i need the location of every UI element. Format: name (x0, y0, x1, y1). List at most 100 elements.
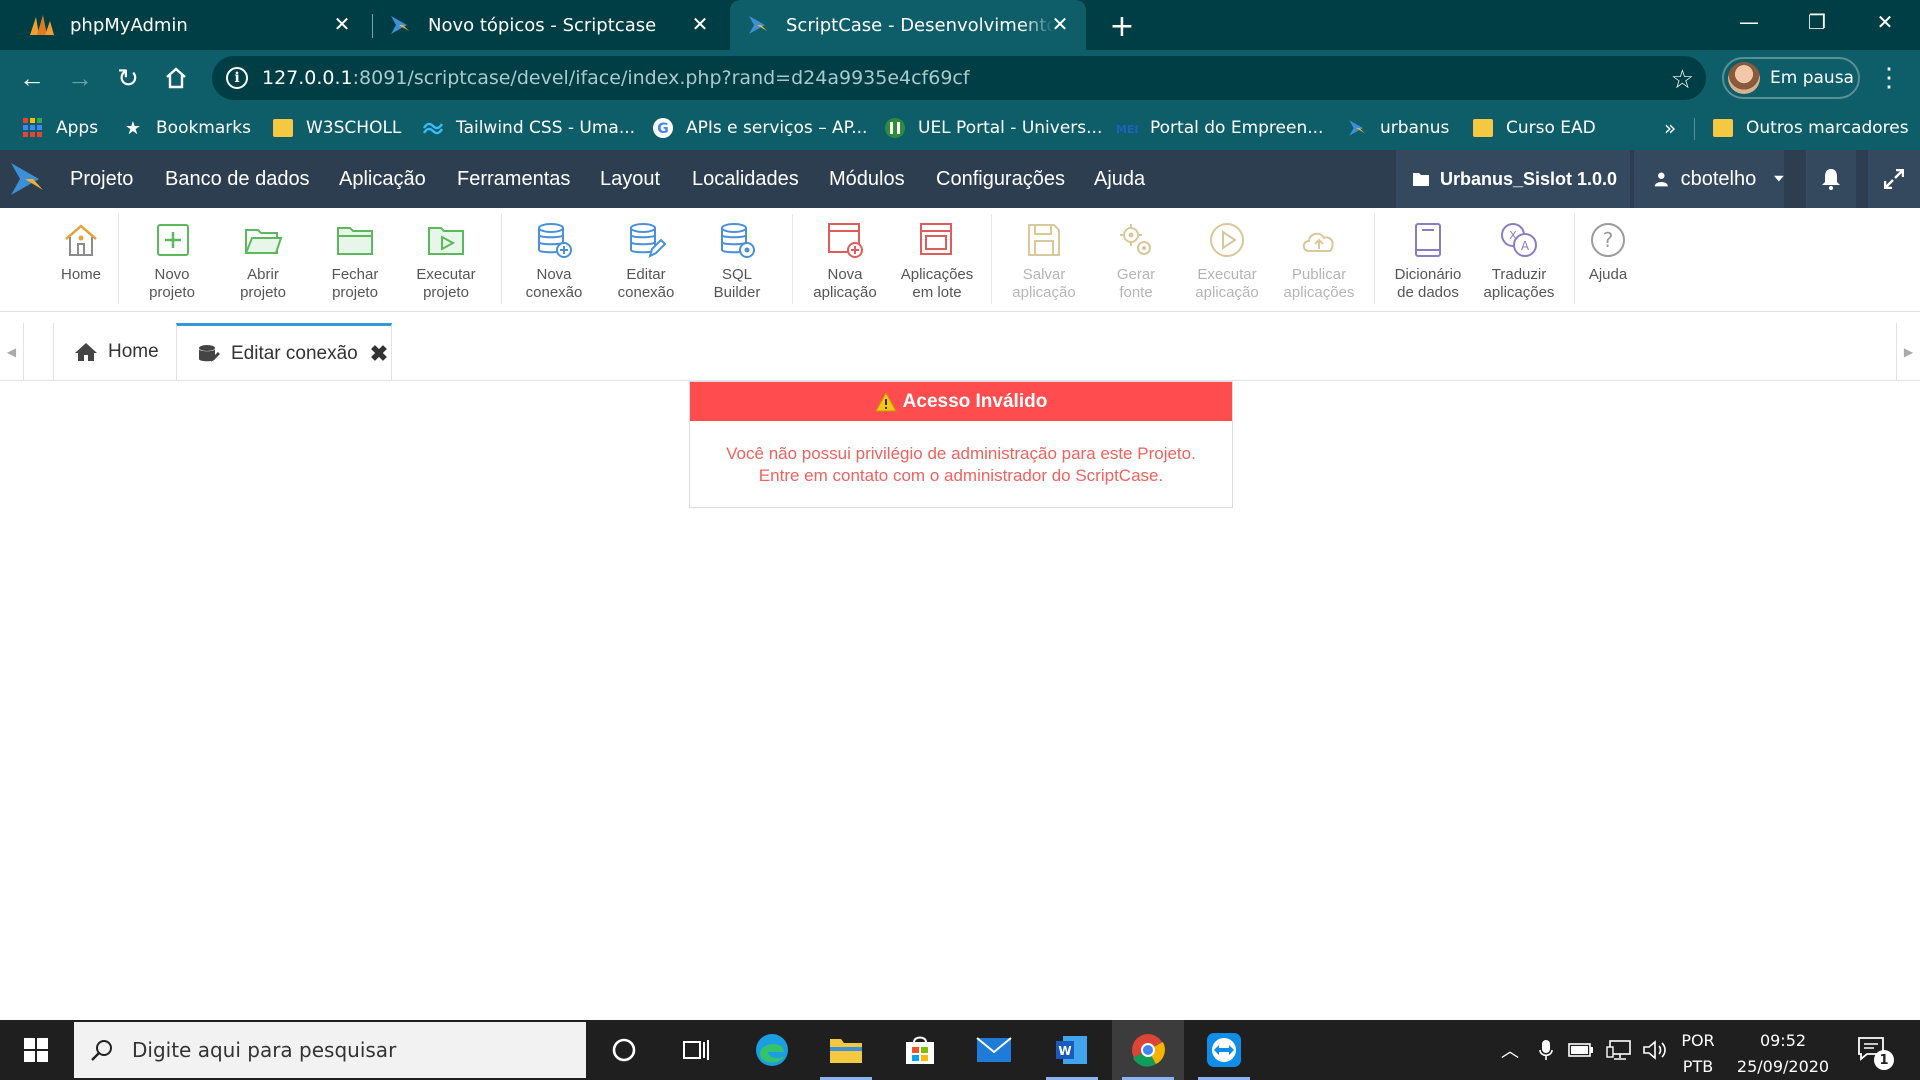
toolbar-aplicacoes-em-lote-button[interactable]: Aplicações em lote (892, 220, 982, 302)
alert-title: Acesso Inválido (902, 390, 1048, 412)
file-explorer-taskbar-button[interactable] (810, 1020, 882, 1080)
scroll-tabs-left-button[interactable]: ◀ (0, 323, 24, 381)
toolbar-nova-aplicacao-button[interactable]: Nova aplicação (800, 220, 890, 302)
notifications-button[interactable] (1806, 150, 1856, 208)
new-tab-button[interactable]: + (1106, 9, 1138, 44)
input-language-button[interactable]: POR PTB (1678, 1028, 1718, 1080)
current-project-button[interactable]: Urbanus_Sislot 1.0.0 (1396, 150, 1630, 208)
bookmark-outros-marcadores[interactable]: Outros marcadores (1712, 106, 1909, 150)
edge-taskbar-button[interactable] (736, 1020, 808, 1080)
toolbar-gerar-fonte-button[interactable]: Gerar fonte (1091, 220, 1181, 302)
volume-tray-icon[interactable] (1640, 1020, 1670, 1080)
bookmark-label: Curso EAD (1506, 118, 1596, 138)
toolbar-editar-conexao-button[interactable]: Editar conexão (601, 220, 691, 302)
bookmark-label: APIs e serviços – AP... (686, 118, 868, 138)
browser-tab-novo-topicos[interactable]: Novo tópicos - Scriptcase ✕ (386, 0, 726, 50)
taskbar-search-input[interactable]: Digite aqui para pesquisar (74, 1022, 586, 1078)
back-button[interactable]: ← (12, 58, 52, 98)
menu-aplicacao[interactable]: Aplicação (339, 150, 426, 208)
task-view-button[interactable] (660, 1020, 732, 1080)
browser-tab-phpmyadmin[interactable]: phpMyAdmin ✕ (28, 0, 368, 50)
chrome-taskbar-button[interactable] (1112, 1020, 1184, 1080)
browser-tab-scriptcase-dev[interactable]: ScriptCase - Desenvolvimento - c ✕ (730, 0, 1086, 50)
toolbar-divider (792, 214, 793, 304)
menu-layout[interactable]: Layout (600, 150, 660, 208)
action-center-button[interactable]: 1 (1852, 1020, 1894, 1080)
user-menu-button[interactable]: cbotelho (1634, 150, 1784, 208)
toolbar-publicar-aplicacoes-button[interactable]: Publicar aplicações (1274, 220, 1364, 302)
mail-taskbar-button[interactable] (958, 1020, 1030, 1080)
toolbar-fechar-projeto-button[interactable]: Fechar projeto (310, 220, 400, 302)
forward-button[interactable]: → (60, 58, 100, 98)
address-bar[interactable]: i 127.0.0.1:8091/scriptcase/devel/iface/… (212, 56, 1706, 100)
menu-ferramentas[interactable]: Ferramentas (457, 150, 570, 208)
cortana-button[interactable] (588, 1020, 660, 1080)
tab-label: Home (108, 341, 159, 362)
fullscreen-button[interactable] (1868, 150, 1920, 208)
bookmark-w3scholl[interactable]: W3SCHOLL (272, 106, 401, 150)
bookmarks-overflow-button[interactable]: » (1664, 106, 1676, 150)
toolbar-novo-projeto-button[interactable]: Novo projeto (127, 220, 217, 302)
home-icon (166, 67, 186, 89)
scroll-tabs-right-button[interactable]: ▶ (1896, 323, 1920, 381)
folder-icon (272, 117, 294, 139)
bookmark-apis[interactable]: G APIs e serviços – AP... (652, 106, 867, 150)
svg-text:X: X (1509, 229, 1517, 242)
teamviewer-icon (1207, 1033, 1241, 1067)
toolbar-home-button[interactable]: Home (36, 220, 126, 284)
menu-localidades[interactable]: Localidades (692, 150, 799, 208)
bookmark-star-icon[interactable]: ☆ (1671, 64, 1694, 95)
bookmark-apps[interactable]: Apps (22, 106, 98, 150)
run-project-icon (428, 227, 464, 255)
toolbar-executar-aplicacao-button[interactable]: Executar aplicação (1182, 220, 1272, 302)
reload-button[interactable]: ↻ (108, 58, 148, 98)
tab-editar-conexao[interactable]: Editar conexão ✖ (176, 323, 392, 381)
site-info-icon[interactable]: i (226, 67, 248, 89)
toolbar-abrir-projeto-button[interactable]: Abrir projeto (218, 220, 308, 302)
toolbar-sql-builder-button[interactable]: SQL Builder (692, 220, 782, 302)
show-hidden-icons-button[interactable]: ︿ (1498, 1020, 1522, 1080)
close-tab-icon[interactable]: ✖ (370, 341, 388, 367)
close-window-button[interactable]: ✕ (1850, 0, 1920, 44)
help-icon: ? (1591, 223, 1625, 257)
close-tab-icon[interactable]: ✕ (1048, 12, 1072, 36)
menu-configuracoes[interactable]: Configurações (936, 150, 1065, 208)
bookmark-urbanus[interactable]: urbanus (1346, 106, 1449, 150)
toolbar-executar-projeto-button[interactable]: Executar projeto (401, 220, 491, 302)
close-tab-icon[interactable]: ✕ (330, 12, 354, 36)
toolbar-nova-conexao-button[interactable]: Nova conexão (509, 220, 599, 302)
close-tab-icon[interactable]: ✕ (688, 12, 712, 36)
bookmark-uel[interactable]: UEL Portal - Univers... (884, 106, 1102, 150)
tab-home[interactable]: Home (53, 323, 177, 381)
battery-tray-icon[interactable] (1566, 1020, 1596, 1080)
teamviewer-taskbar-button[interactable] (1188, 1020, 1260, 1080)
network-tray-icon[interactable] (1604, 1020, 1634, 1080)
menu-modulos[interactable]: Módulos (829, 150, 905, 208)
toolbar-dicionario-button[interactable]: Dicionário de dados (1383, 220, 1473, 302)
menu-banco-de-dados[interactable]: Banco de dados (165, 150, 310, 208)
word-taskbar-button[interactable]: W (1036, 1020, 1108, 1080)
toolbar-traduzir-button[interactable]: XA Traduzir aplicações (1474, 220, 1564, 302)
clock-button[interactable]: 09:52 25/09/2020 (1728, 1028, 1838, 1080)
toolbar-salvar-aplicacao-button[interactable]: Salvar aplicação (999, 220, 1089, 302)
restore-window-button[interactable]: ❐ (1782, 0, 1852, 44)
home-button[interactable] (156, 58, 196, 98)
minimize-window-button[interactable]: — (1714, 0, 1784, 44)
browser-menu-icon[interactable]: ⋮ (1876, 62, 1902, 92)
bookmark-portal-empreendedor[interactable]: MEI Portal do Empreen... (1116, 106, 1323, 150)
bookmark-bookmarks[interactable]: ★ Bookmarks (122, 106, 251, 150)
svg-text:G: G (657, 121, 669, 137)
bookmark-tailwind[interactable]: Tailwind CSS - Uma... (422, 106, 635, 150)
profile-button[interactable]: Em pausa (1722, 57, 1860, 99)
translate-icon: XA (1501, 223, 1537, 257)
scriptcase-logo[interactable] (0, 150, 54, 208)
start-button[interactable] (0, 1020, 72, 1080)
menu-ajuda[interactable]: Ajuda (1094, 150, 1145, 208)
store-taskbar-button[interactable] (884, 1020, 956, 1080)
toolbar-ajuda-button[interactable]: ? Ajuda (1563, 220, 1653, 284)
access-denied-panel: Acesso Inválido Você não possui privilég… (689, 381, 1233, 508)
caret-left-icon: ◀ (6, 345, 17, 359)
menu-projeto[interactable]: Projeto (70, 150, 133, 208)
microphone-tray-icon[interactable] (1532, 1020, 1560, 1080)
bookmark-curso-ead[interactable]: Curso EAD (1472, 106, 1596, 150)
